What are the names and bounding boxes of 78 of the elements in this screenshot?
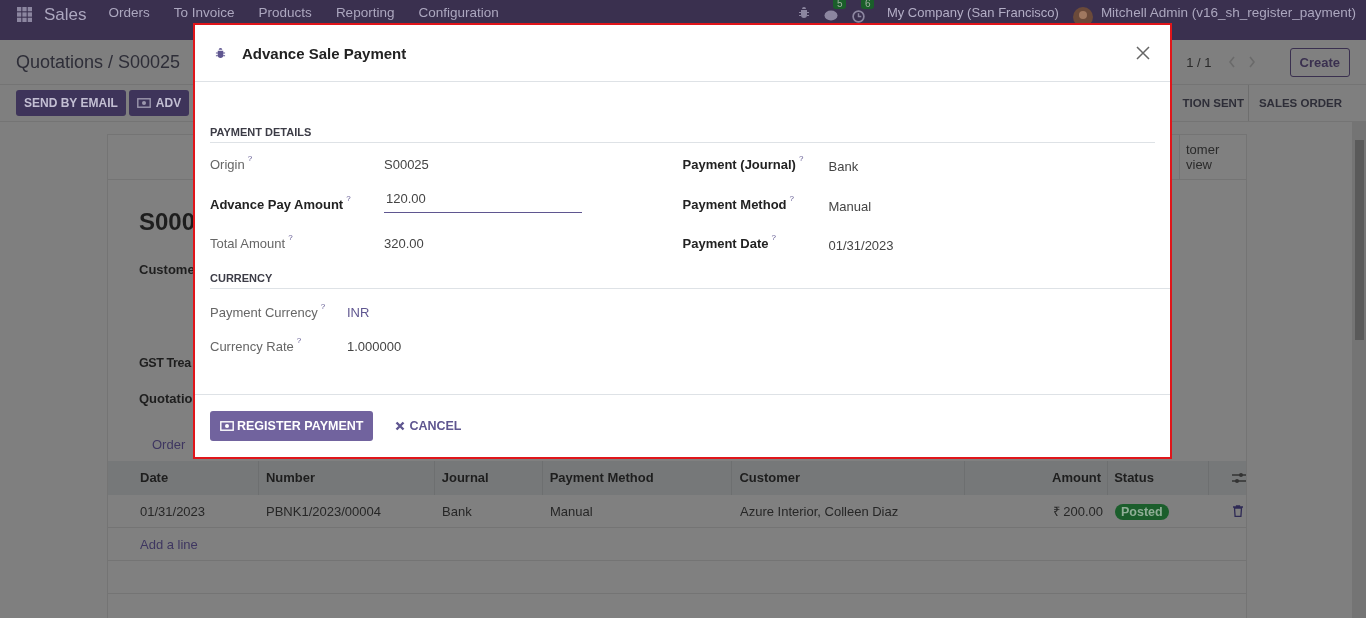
field-value: Manual (828, 198, 872, 214)
scrollbar-thumb[interactable] (1354, 140, 1364, 340)
field-label: Origin (210, 157, 245, 172)
company-switcher[interactable]: My Company (San Francisco) (886, 5, 1059, 20)
chat-icon[interactable] (823, 10, 838, 22)
activity-count: 6 (860, 0, 875, 9)
help-tooltip[interactable]: ? (789, 193, 794, 203)
field-label: Total Amount (210, 236, 286, 251)
field-label: Payment (Journal) (682, 157, 796, 172)
column-header[interactable]: Status (1108, 461, 1210, 495)
field-label: Currency Rate (210, 338, 294, 354)
apps-menu-icon[interactable] (17, 7, 32, 22)
column-settings-icon[interactable] (1232, 472, 1246, 484)
section-heading: PAYMENT DETAILS (210, 126, 1155, 143)
field-label: Quotatio (139, 391, 193, 406)
cancel-button[interactable]: CANCEL (389, 418, 468, 434)
status-stage[interactable]: TION SENT (1182, 85, 1248, 121)
field-label: GST Trea (139, 356, 191, 370)
user-menu[interactable]: Mitchell Admin (v16_sh_register_payment) (1100, 5, 1356, 20)
bug-icon (215, 47, 226, 59)
field-value: Bank (828, 159, 859, 174)
column-header[interactable]: Amount (965, 461, 1109, 495)
menu-item[interactable]: Orders (108, 5, 150, 20)
menu-item[interactable]: To Invoice (173, 5, 235, 20)
trash-icon[interactable] (1233, 505, 1243, 517)
table-cell-text: 01/31/2023 (139, 503, 207, 519)
clock-icon[interactable] (851, 10, 865, 23)
close-icon (395, 421, 406, 431)
field-value: 1.000000 (347, 338, 402, 354)
register-payment-button[interactable]: REGISTER PAYMENT (210, 411, 374, 441)
column-header[interactable]: Date (108, 461, 259, 495)
column-header[interactable]: Payment Method (542, 461, 733, 495)
create-button[interactable]: Create (1289, 47, 1350, 77)
field-value[interactable]: INR (347, 304, 370, 320)
column-header[interactable]: Journal (434, 461, 543, 495)
field-label: Payment Currency (210, 304, 318, 320)
help-tooltip[interactable]: ? (798, 154, 804, 163)
money-icon (136, 98, 151, 108)
section-heading: CURRENCY (210, 271, 1170, 289)
menu-item[interactable]: Configuration (418, 5, 499, 20)
table-cell-text: ₹ 200.00 (1051, 503, 1104, 520)
breadcrumb: Quotations / S00025 (16, 51, 181, 73)
column-header[interactable]: Customer (732, 461, 966, 495)
help-tooltip[interactable]: ? (320, 301, 326, 311)
order-tab[interactable]: Order (152, 437, 186, 452)
table-cell-text: Manual (549, 503, 594, 519)
help-tooltip[interactable]: ? (247, 154, 253, 163)
table-cell-text: PBNK1/2023/00004 (265, 503, 382, 519)
dialog-title: Advance Sale Payment (242, 44, 407, 62)
field-value: S00025 (384, 157, 429, 172)
action-button[interactable]: ADV (128, 90, 190, 116)
help-tooltip[interactable]: ? (771, 233, 776, 242)
field-value: 01/31/2023 (828, 238, 894, 253)
message-count: 5 (832, 0, 847, 9)
pager-value: 1 / 1 (1186, 54, 1212, 70)
field-label: Payment Method (682, 196, 787, 212)
menu-item[interactable]: Products (258, 5, 312, 20)
help-tooltip[interactable]: ? (296, 335, 302, 345)
field-value: 320.00 (384, 236, 424, 251)
help-tooltip[interactable]: ? (288, 233, 293, 242)
help-tooltip[interactable]: ? (346, 193, 351, 203)
add-line-link[interactable]: Add a line (108, 536, 198, 552)
action-button[interactable]: SEND BY EMAIL (16, 90, 126, 116)
customer-preview-button[interactable]: tomer view (1179, 135, 1246, 179)
close-icon[interactable] (1136, 46, 1150, 60)
table-cell-text: Azure Interior, Colleen Diaz (739, 503, 900, 519)
column-header[interactable]: Number (258, 461, 435, 495)
status-stage[interactable]: SALES ORDER (1247, 85, 1352, 121)
money-icon (220, 421, 234, 431)
menu-item[interactable]: Reporting (335, 5, 395, 20)
field-label: Advance Pay Amount (210, 196, 344, 212)
app-name[interactable]: Sales (44, 5, 87, 25)
bug-icon[interactable] (797, 7, 810, 19)
status-badge: Posted (1115, 503, 1169, 520)
field-label: Custome (139, 262, 195, 277)
record-name: S000 (139, 208, 196, 236)
field-label: Payment Date (682, 236, 769, 251)
table-cell-text: Bank (441, 503, 473, 519)
